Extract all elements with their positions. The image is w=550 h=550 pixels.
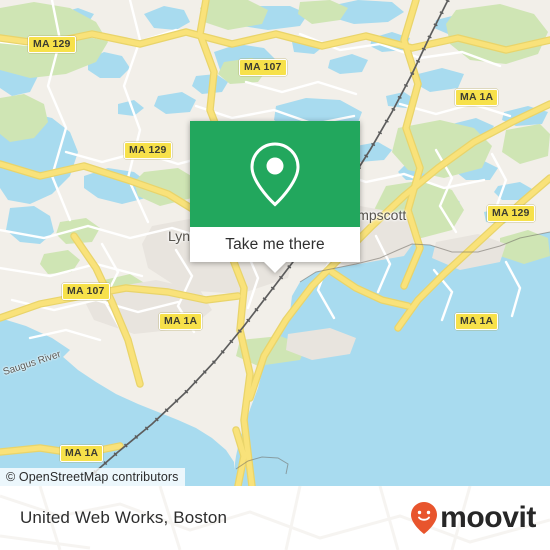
map-pin-icon	[250, 142, 300, 207]
bottom-info-bar: United Web Works, Boston moovit	[0, 486, 550, 550]
moovit-wordmark: moovit	[440, 501, 536, 534]
popup-pointer-tail	[264, 262, 286, 273]
road-shield: MA 1A	[60, 445, 104, 462]
road-shield: MA 107	[62, 283, 110, 300]
road-shield: MA 107	[239, 59, 287, 76]
map-canvas[interactable]: MA 129 MA 107 MA 1A MA 129 MA 129 MA 107 MA 1A…	[0, 0, 550, 486]
road-shield: MA 1A	[455, 89, 499, 106]
location-popup-card[interactable]: Take me there	[190, 121, 360, 273]
road-shield: MA 129	[487, 205, 535, 222]
popup-header	[190, 121, 360, 227]
take-me-there-label: Take me there	[225, 235, 325, 253]
road-shield: MA 1A	[159, 313, 203, 330]
osm-attribution[interactable]: © OpenStreetMap contributors	[0, 468, 185, 486]
popup-action-bar[interactable]: Take me there	[190, 227, 360, 262]
moovit-brand-logo[interactable]: moovit	[409, 501, 536, 535]
place-name-label: United Web Works, Boston	[20, 508, 228, 527]
road-shield: MA 129	[28, 36, 76, 53]
road-shield: MA 1A	[455, 313, 499, 330]
road-shield: MA 129	[124, 142, 172, 159]
map-screenshot: MA 129 MA 107 MA 1A MA 129 MA 129 MA 107 MA 1A…	[0, 0, 550, 550]
moovit-pin-smiley-icon	[411, 502, 438, 534]
